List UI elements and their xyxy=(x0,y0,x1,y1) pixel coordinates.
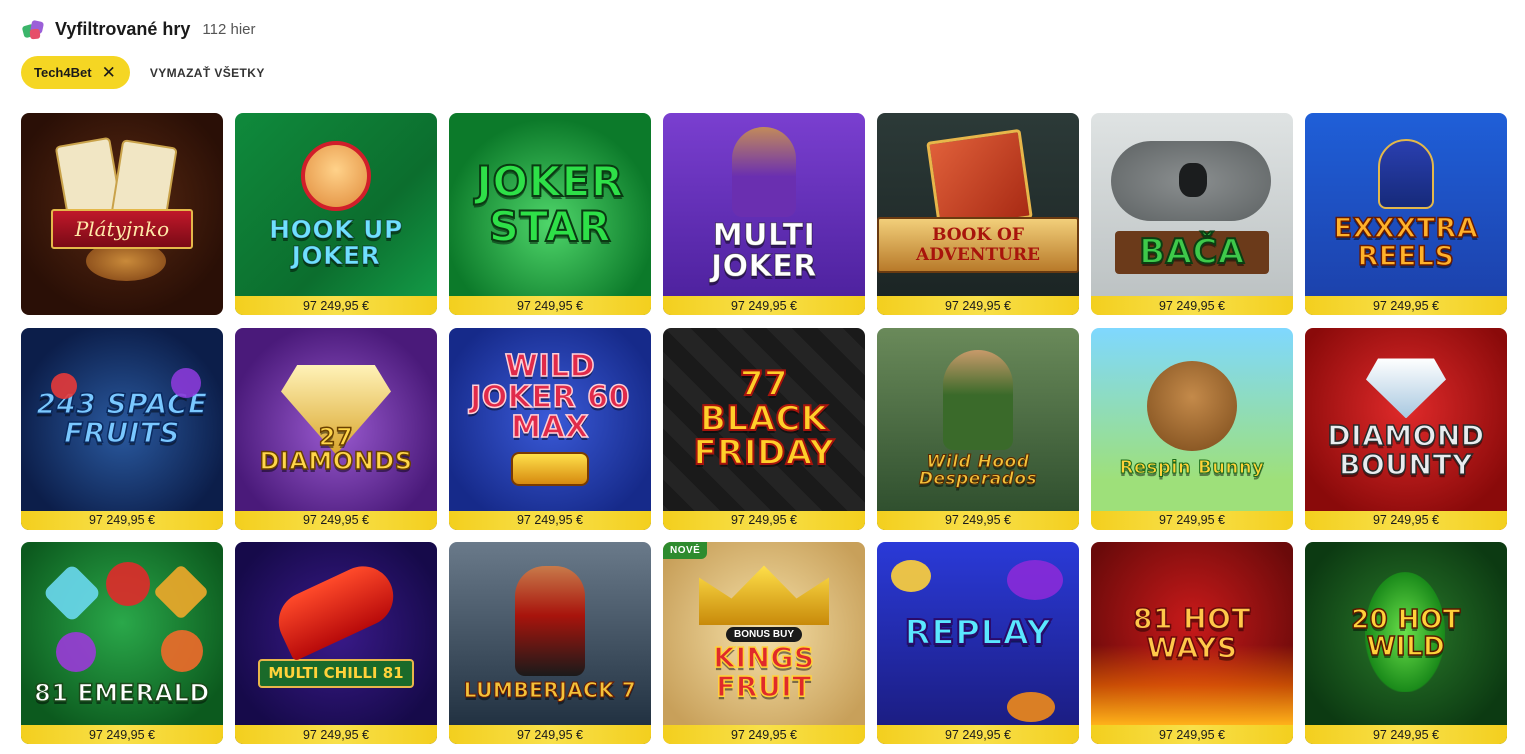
jackpot-amount: 97 249,95 € xyxy=(663,296,865,315)
game-title: 81 Emerald xyxy=(33,679,210,708)
game-artwork: 243 Space Fruits xyxy=(21,328,223,511)
jackpot-amount: 97 249,95 € xyxy=(663,510,865,530)
game-title: Respin Bunny xyxy=(1119,456,1265,478)
game-title: Multi Chilli 81 xyxy=(268,664,404,682)
game-title: Replay xyxy=(904,613,1052,654)
game-artwork: Plátyjnko xyxy=(21,113,223,315)
game-artwork: Replay xyxy=(877,542,1079,725)
jackpot-amount: 97 249,95 € xyxy=(663,725,865,744)
game-tile[interactable]: Wild Hood Desperados 97 249,95 € xyxy=(877,327,1079,530)
game-tile[interactable]: 27 Diamonds 97 249,95 € xyxy=(235,327,437,530)
game-title: 77 Black Friday xyxy=(693,363,835,474)
game-artwork: Joker Star xyxy=(449,113,651,296)
game-title: Multi Joker xyxy=(710,217,817,284)
game-title: 243 Space Fruits xyxy=(36,387,208,449)
jackpot-amount: 97 249,95 € xyxy=(1091,725,1293,744)
results-count: 112 hier xyxy=(202,20,256,38)
bonus-buy-label: BONUS BUY xyxy=(725,627,802,643)
game-tile[interactable]: Multi Joker 97 249,95 € xyxy=(663,113,865,315)
game-artwork: 81 Hot Ways xyxy=(1091,542,1293,725)
game-tile[interactable]: Hook Up Joker 97 249,95 € xyxy=(235,113,437,315)
game-title: 27 Diamonds xyxy=(259,422,413,475)
game-artwork: Respin Bunny xyxy=(1091,328,1293,511)
game-title: Kings Fruit xyxy=(713,641,815,703)
game-tile[interactable]: Multi Chilli 81 97 249,95 € xyxy=(235,542,437,744)
game-title: Joker Star xyxy=(475,157,624,251)
results-header: Vyfiltrované hry 112 hier xyxy=(21,16,255,42)
game-tile[interactable]: 20 Hot Wild 97 249,95 € xyxy=(1305,542,1507,744)
game-title: Diamond Bounty xyxy=(1327,419,1485,481)
new-badge: NOVÉ xyxy=(663,542,708,559)
clear-all-filters-button[interactable]: VYMAZAŤ VŠETKY xyxy=(150,66,265,80)
game-artwork: Diamond Bounty xyxy=(1305,328,1507,511)
game-tile[interactable]: 243 Space Fruits 97 249,95 € xyxy=(21,327,223,530)
game-tile[interactable]: Lumberjack 7 97 249,95 € xyxy=(449,542,651,744)
jackpot-amount: 97 249,95 € xyxy=(449,296,651,315)
game-artwork: 81 Emerald xyxy=(21,542,223,725)
active-filters: Tech4Bet ✕ VYMAZAŤ VŠETKY xyxy=(21,56,265,89)
game-title: Lumberjack 7 xyxy=(463,678,637,703)
game-artwork: Book of Adventure xyxy=(877,113,1079,296)
game-tile[interactable]: Exxxtra Reels 97 249,95 € xyxy=(1305,113,1507,315)
game-artwork: Exxxtra Reels xyxy=(1305,113,1507,296)
game-artwork: 27 Diamonds xyxy=(235,328,437,511)
game-tile[interactable]: 81 Hot Ways 97 249,95 € xyxy=(1091,542,1293,744)
jackpot-amount: 97 249,95 € xyxy=(449,510,651,530)
game-title: Book of Adventure xyxy=(916,224,1040,265)
game-tile[interactable]: Diamond Bounty 97 249,95 € xyxy=(1305,327,1507,530)
jackpot-amount: 97 249,95 € xyxy=(235,725,437,744)
jackpot-amount: 97 249,95 € xyxy=(1305,510,1507,530)
jackpot-amount: 97 249,95 € xyxy=(1091,296,1293,315)
game-title: Wild Joker 60 Max xyxy=(469,349,630,446)
game-tile[interactable]: Wild Joker 60 Max 97 249,95 € xyxy=(449,327,651,530)
game-artwork: 77 Black Friday xyxy=(663,328,865,511)
jackpot-amount: 97 249,95 € xyxy=(877,296,1079,315)
game-title: Exxxtra Reels xyxy=(1333,212,1479,272)
page-title: Vyfiltrované hry xyxy=(55,18,191,39)
jackpot-amount: 97 249,95 € xyxy=(21,725,223,744)
game-title: Plátyjnko xyxy=(74,217,170,241)
game-tile[interactable]: Plátyjnko xyxy=(21,113,223,315)
filter-chip-label: Tech4Bet xyxy=(34,65,92,80)
games-grid: Plátyjnko Hook Up Joker 97 249,95 € Joke… xyxy=(21,113,1507,744)
game-title: 20 Hot Wild xyxy=(1350,604,1461,662)
jackpot-amount: 97 249,95 € xyxy=(21,510,223,530)
jackpot-amount: 97 249,95 € xyxy=(449,725,651,744)
close-icon[interactable]: ✕ xyxy=(102,64,116,81)
game-title: Hook Up Joker xyxy=(269,215,403,270)
game-artwork: BONUS BUY Kings Fruit xyxy=(663,542,865,725)
game-tile[interactable]: Bača 97 249,95 € xyxy=(1091,113,1293,315)
jackpot-amount: 97 249,95 € xyxy=(1305,296,1507,315)
game-artwork: Bača xyxy=(1091,113,1293,296)
jackpot-amount: 97 249,95 € xyxy=(1091,510,1293,530)
game-tile[interactable]: 81 Emerald 97 249,95 € xyxy=(21,542,223,744)
game-tile[interactable]: Joker Star 97 249,95 € xyxy=(449,113,651,315)
game-title: 81 Hot Ways xyxy=(1132,601,1252,664)
game-artwork: Wild Hood Desperados xyxy=(877,328,1079,511)
jackpot-amount: 97 249,95 € xyxy=(235,510,437,530)
dice-icon xyxy=(21,17,45,41)
game-tile[interactable]: Replay 97 249,95 € xyxy=(877,542,1079,744)
filter-chip-tech4bet[interactable]: Tech4Bet ✕ xyxy=(21,56,130,89)
game-title: Bača xyxy=(1138,232,1245,273)
game-tile[interactable]: BONUS BUY Kings Fruit NOVÉ 97 249,95 € xyxy=(663,542,865,744)
game-artwork: Multi Chilli 81 xyxy=(235,542,437,725)
game-tile[interactable]: 77 Black Friday 97 249,95 € xyxy=(663,327,865,530)
jackpot-amount: 97 249,95 € xyxy=(1305,725,1507,744)
game-artwork: Wild Joker 60 Max xyxy=(449,328,651,511)
game-artwork: 20 Hot Wild xyxy=(1305,542,1507,725)
game-artwork: Multi Joker xyxy=(663,113,865,296)
jackpot-amount: 97 249,95 € xyxy=(877,725,1079,744)
game-tile[interactable]: Book of Adventure 97 249,95 € xyxy=(877,113,1079,315)
game-title: Wild Hood Desperados xyxy=(918,451,1038,489)
game-artwork: Hook Up Joker xyxy=(235,113,437,296)
jackpot-amount: 97 249,95 € xyxy=(235,296,437,315)
game-tile[interactable]: Respin Bunny 97 249,95 € xyxy=(1091,327,1293,530)
jackpot-amount: 97 249,95 € xyxy=(877,510,1079,530)
game-artwork: Lumberjack 7 xyxy=(449,542,651,725)
